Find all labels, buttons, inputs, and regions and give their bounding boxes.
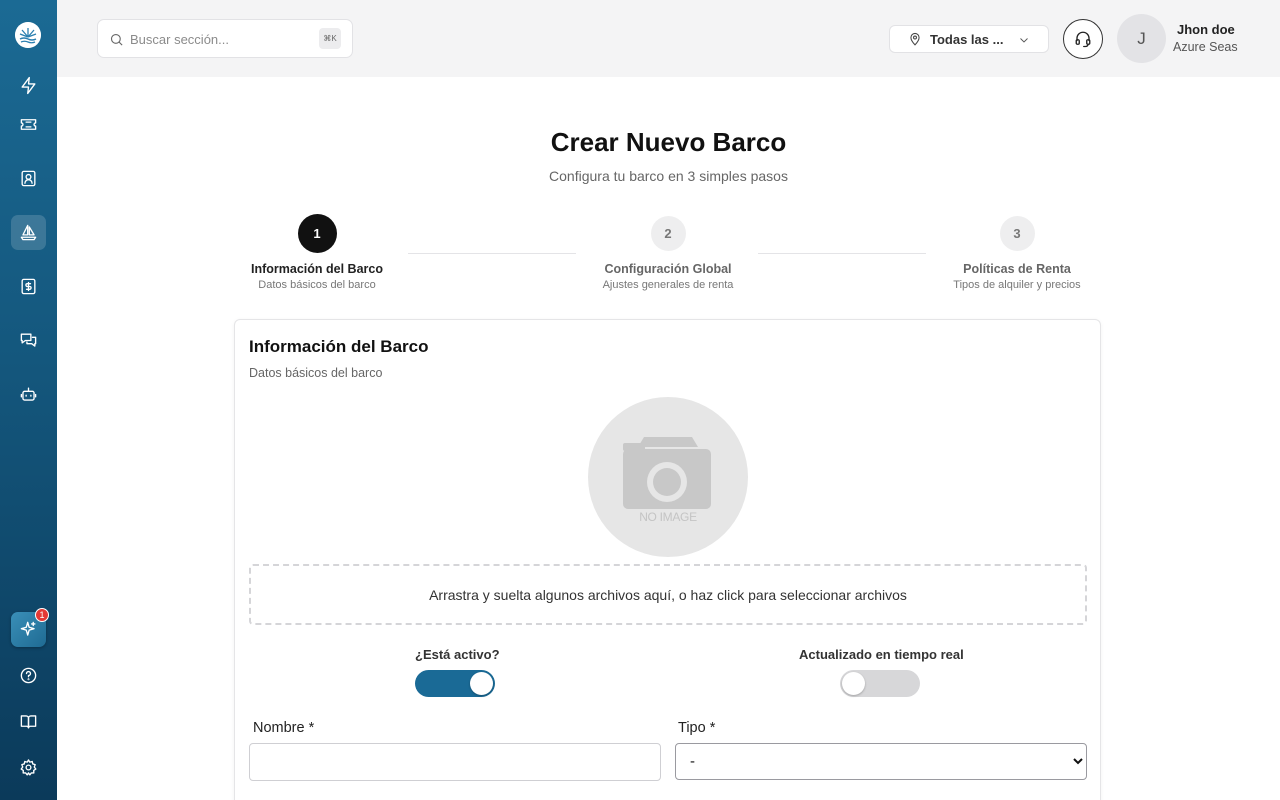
top-bar: ⌘K Todas las ... J Jhon doe Azure Seas: [57, 0, 1280, 77]
realtime-toggle[interactable]: [840, 670, 920, 697]
chevron-down-icon: [1020, 38, 1028, 43]
sparkles-icon: [20, 621, 36, 636]
settings-button[interactable]: [11, 750, 46, 785]
card-title: Información del Barco: [249, 337, 429, 356]
bot-icon: [20, 387, 37, 401]
boat-info-card: Información del Barco Datos básicos del …: [234, 319, 1101, 800]
name-field-label: Nombre *: [253, 720, 315, 736]
sailboat-icon: [20, 224, 37, 241]
sidebar: 1: [0, 0, 57, 800]
realtime-toggle-label: Actualizado en tiempo real: [799, 647, 964, 662]
headset-icon: [1075, 31, 1091, 48]
step-title: Información del Barco: [251, 262, 383, 276]
step-description: Datos básicos del barco: [258, 279, 376, 291]
sidebar-item-bots[interactable]: [11, 377, 46, 412]
contact-card-icon: [21, 170, 36, 187]
sidebar-item-tickets[interactable]: [11, 107, 46, 142]
user-organization: Azure Seas: [1173, 40, 1238, 54]
step-connector: [408, 253, 576, 254]
ticket-icon: [20, 119, 37, 130]
no-image-label: NO IMAGE: [639, 510, 697, 524]
sidebar-item-finance[interactable]: [11, 269, 46, 304]
sidebar-item-boats[interactable]: [11, 215, 46, 250]
location-label: Todas las ...: [930, 31, 1004, 47]
card-subtitle: Datos básicos del barco: [249, 366, 383, 380]
toggle-knob: [470, 672, 493, 695]
docs-button[interactable]: [11, 704, 46, 739]
step-title: Configuración Global: [604, 262, 732, 276]
gear-icon: [20, 759, 37, 776]
step-connector: [758, 253, 926, 254]
search-icon: [110, 33, 123, 46]
location-selector[interactable]: Todas las ...: [889, 25, 1049, 53]
step-number: 1: [297, 214, 337, 253]
image-placeholder: NO IMAGE: [588, 397, 748, 557]
dollar-receipt-icon: [21, 278, 36, 295]
help-icon: [20, 667, 37, 684]
user-name: Jhon doe: [1177, 22, 1235, 37]
step-description: Tipos de alquiler y precios: [953, 279, 1081, 291]
book-icon: [20, 715, 37, 729]
dropzone-text: Arrastra y suelta algunos archivos aquí,…: [429, 586, 907, 603]
search-input[interactable]: [130, 29, 310, 49]
step-description: Ajustes generales de renta: [602, 279, 734, 291]
support-button[interactable]: [1063, 19, 1103, 59]
step-number: 3: [999, 216, 1035, 251]
ai-notification-badge: 1: [35, 608, 49, 622]
step-number: 2: [650, 216, 686, 251]
page-subtitle: Configura tu barco en 3 simples pasos: [549, 168, 788, 184]
step-2[interactable]: 2 Configuración Global Ajustes generales…: [578, 214, 758, 291]
sidebar-item-contacts[interactable]: [11, 161, 46, 196]
toggle-knob: [842, 672, 865, 695]
shortcut-hint: ⌘K: [319, 28, 341, 49]
map-pin-icon: [910, 32, 920, 46]
step-title: Políticas de Renta: [963, 262, 1071, 276]
active-toggle-label: ¿Está activo?: [415, 647, 500, 662]
active-toggle[interactable]: [415, 670, 495, 697]
file-dropzone[interactable]: Arrastra y suelta algunos archivos aquí,…: [249, 564, 1087, 625]
sidebar-item-dashboard[interactable]: [11, 68, 46, 103]
step-3[interactable]: 3 Políticas de Renta Tipos de alquiler y…: [927, 214, 1107, 291]
step-1[interactable]: 1 Información del Barco Datos básicos de…: [227, 214, 407, 291]
help-button[interactable]: [11, 658, 46, 693]
search-box[interactable]: ⌘K: [97, 19, 353, 58]
app-logo[interactable]: [15, 22, 41, 48]
type-select[interactable]: -: [675, 743, 1087, 780]
camera-icon: [623, 437, 711, 509]
lightning-icon: [21, 76, 36, 95]
avatar[interactable]: J: [1117, 14, 1166, 63]
page-title: Crear Nuevo Barco: [550, 127, 787, 157]
name-field[interactable]: [249, 743, 661, 781]
type-field-label: Tipo *: [678, 720, 716, 736]
chat-bubbles-icon: [20, 333, 37, 347]
sidebar-item-messages[interactable]: [11, 323, 46, 358]
logo-icon: [15, 22, 41, 48]
